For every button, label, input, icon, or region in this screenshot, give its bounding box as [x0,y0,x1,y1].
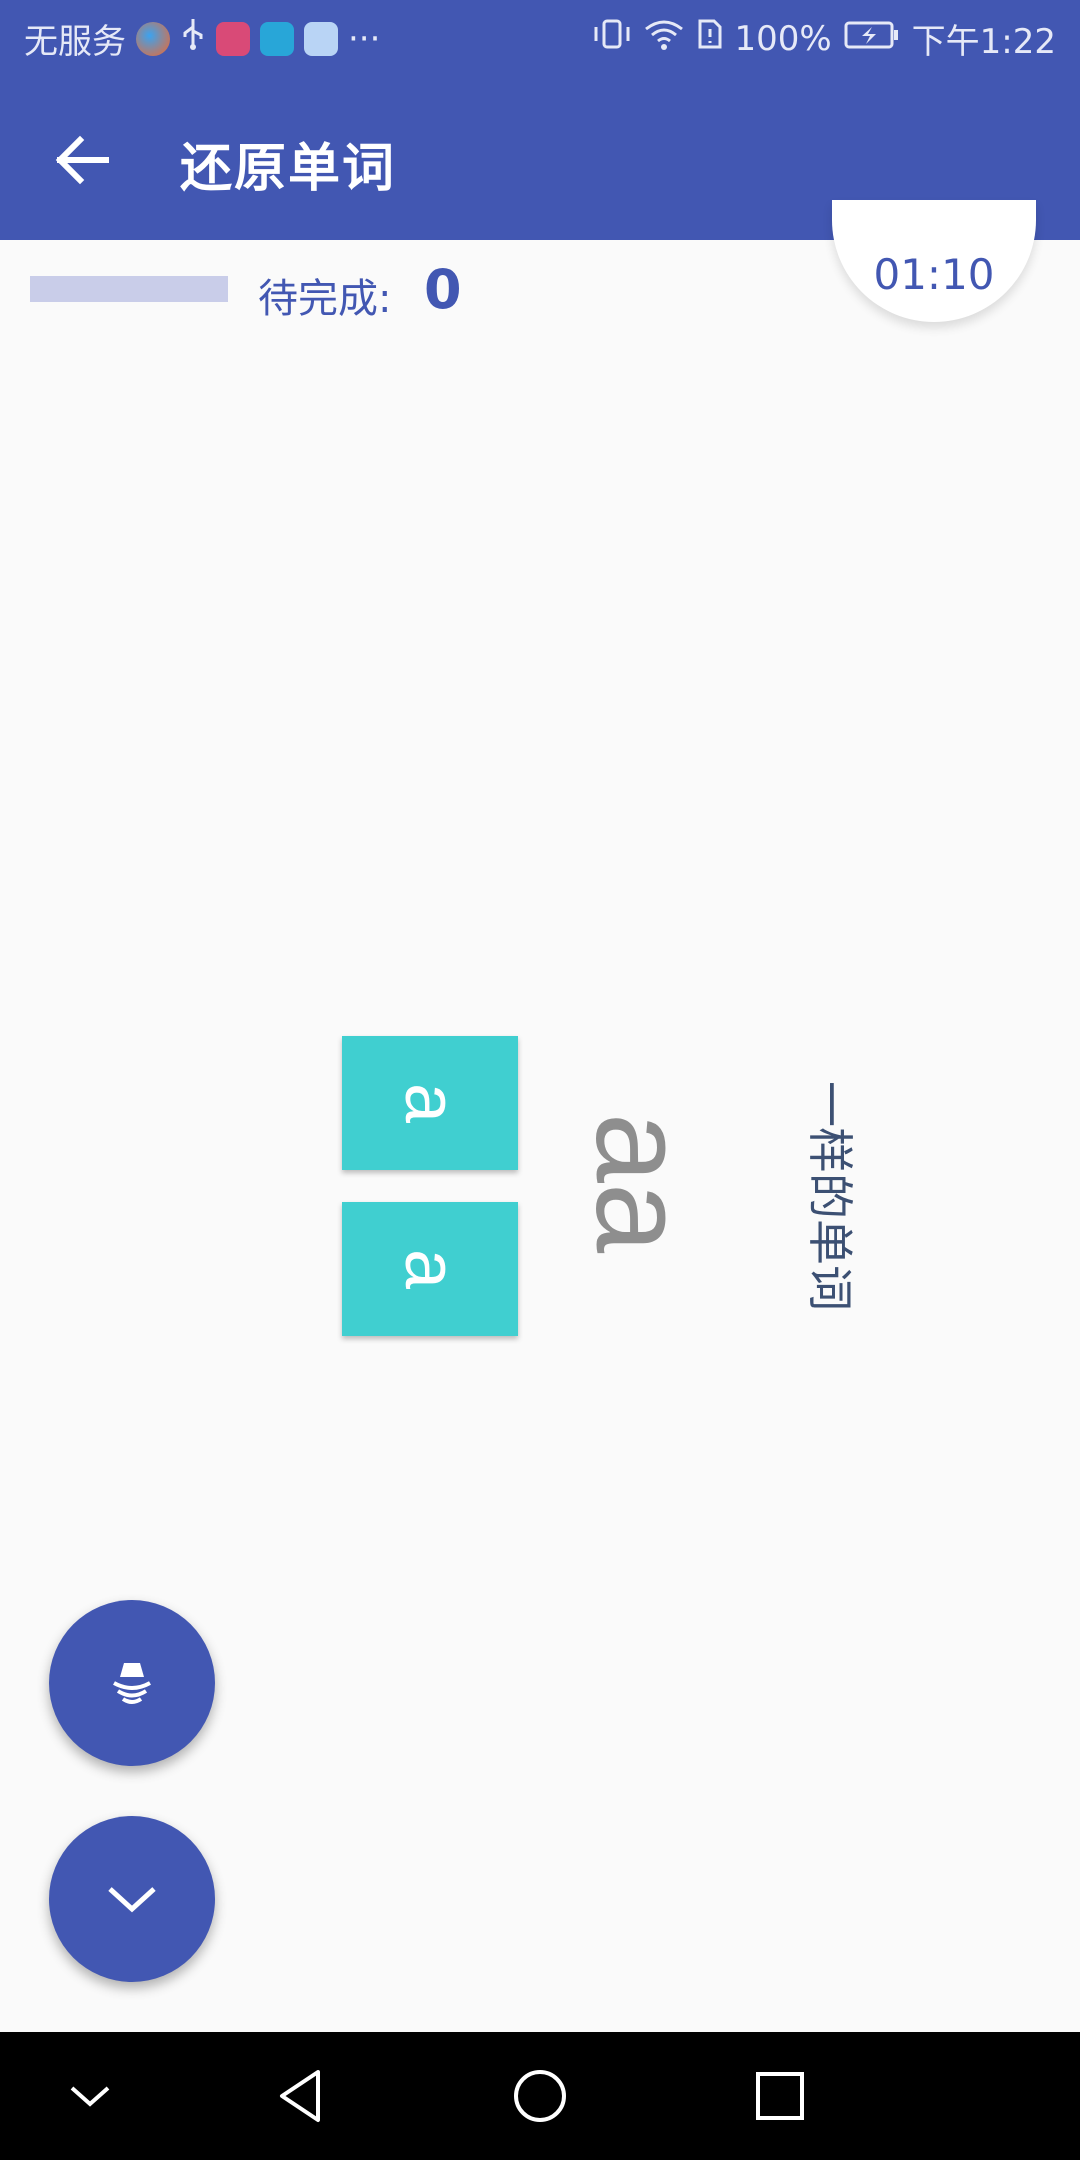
letter-tile[interactable]: a [342,1202,518,1336]
arrow-left-icon [55,135,109,185]
battery-charging-icon [844,19,900,59]
vibrate-icon [592,17,632,60]
sim-icon [696,17,722,60]
nav-hide-button[interactable] [58,2064,122,2128]
more-notifications: ··· [348,18,381,59]
navigation-bar [0,2032,1080,2160]
speaker-button[interactable] [49,1600,215,1766]
page-title: 还原单词 [180,139,397,199]
nav-home-icon [514,2070,566,2122]
nav-recents-button[interactable] [748,2064,812,2128]
pending-label: 待完成: [258,276,392,322]
status-bar: 无服务 ··· 100% 下午1:22 [0,0,1080,74]
book-icon [260,21,294,56]
browser-icon [136,21,170,56]
chevron-down-icon [108,1887,156,1913]
word-hint: 一样的单词 [803,1081,857,1311]
usb-icon [180,17,206,60]
timer-text: 01:10 [873,249,995,299]
battery-text: 100% [734,18,832,59]
progress-bar [30,276,228,302]
collapse-button[interactable] [49,1816,215,1982]
assembled-word: aa [570,1112,711,1254]
cloud-icon [304,21,338,56]
nav-hide-icon [70,2086,110,2107]
letter-tile-text: a [389,1082,470,1124]
nav-home-button[interactable] [508,2064,572,2128]
nav-back-button[interactable] [270,2064,334,2128]
nav-recents-icon [756,2072,804,2120]
shop-icon [216,21,250,56]
clock-text: 下午1:22 [911,22,1056,62]
back-button[interactable] [46,124,118,196]
timer-badge: 01:10 [832,200,1036,322]
nav-back-icon [280,2070,320,2122]
carrier-text: 无服务 [24,22,126,62]
letter-tile-text: a [389,1248,470,1290]
pending-count: 0 [424,258,462,321]
letter-tile[interactable]: a [342,1036,518,1170]
wifi-icon [644,17,684,60]
speaker-icon [113,1663,151,1704]
